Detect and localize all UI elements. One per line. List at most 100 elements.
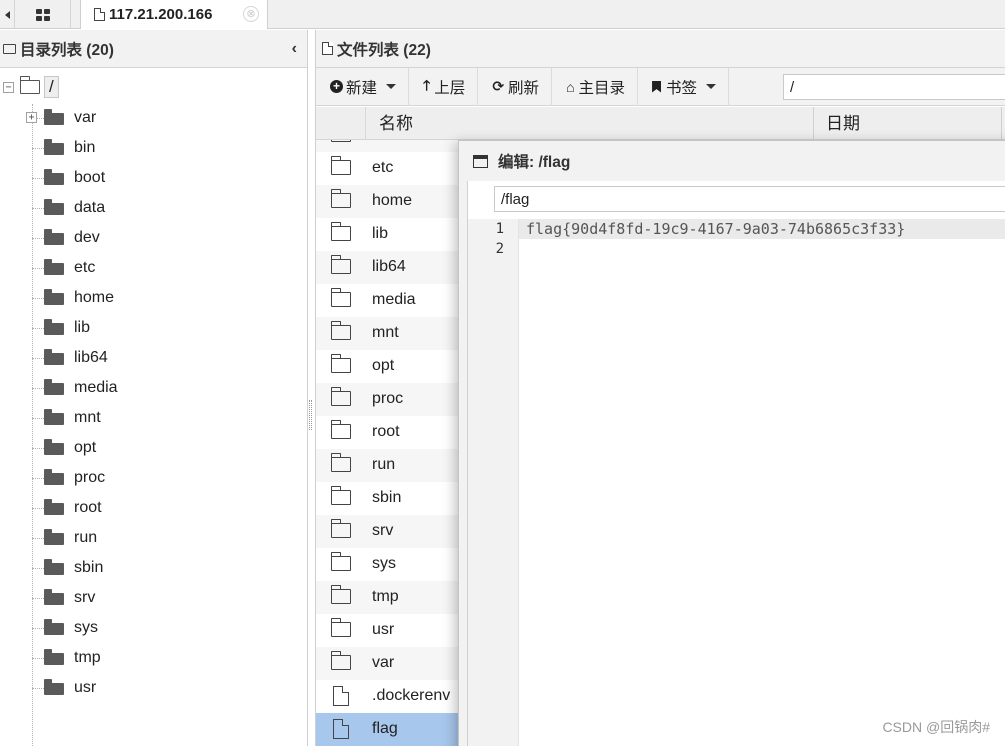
- row-icon-cell: [330, 618, 351, 637]
- tree-item-opt[interactable]: opt: [0, 434, 300, 464]
- file-name: lib: [372, 225, 389, 242]
- tree-root[interactable]: − /: [0, 75, 59, 99]
- tree-item-tmp[interactable]: tmp: [0, 644, 300, 674]
- tree-item-label: proc: [74, 469, 106, 486]
- folder-icon: [330, 255, 351, 274]
- tree-item-usr[interactable]: usr: [0, 674, 300, 704]
- home-directory-button[interactable]: ⌂ 主目录: [552, 67, 639, 106]
- tree-connector: [32, 208, 44, 209]
- tree-item-data[interactable]: data: [0, 194, 300, 224]
- folder-icon: [44, 409, 64, 425]
- folder-icon: [44, 319, 64, 335]
- tree-connector: [32, 238, 44, 239]
- folder-icon: [44, 289, 64, 305]
- folder-icon: [44, 199, 64, 215]
- close-icon[interactable]: ⊗: [243, 6, 259, 22]
- collapse-toggle-icon[interactable]: −: [3, 81, 14, 93]
- tree-item-etc[interactable]: etc: [0, 254, 300, 284]
- folder-icon: [330, 156, 351, 175]
- tab-connection[interactable]: 117.21.200.166 ⊗: [80, 0, 268, 29]
- tree-connector: [32, 358, 44, 359]
- chevron-down-icon: [706, 84, 717, 89]
- row-icon-cell: [330, 552, 351, 571]
- tree-item-dev[interactable]: dev: [0, 224, 300, 254]
- folder-icon: [44, 559, 64, 575]
- editor-path-input[interactable]: [494, 186, 1005, 212]
- top-tab-bar: 117.21.200.166 ⊗: [0, 0, 1005, 29]
- tree-root-label[interactable]: /: [44, 76, 59, 98]
- row-icon-cell: [330, 255, 351, 274]
- watermark: CSDN @回锅肉#: [882, 719, 990, 735]
- folder-icon: [44, 619, 64, 635]
- tree-connector: [32, 388, 44, 389]
- tree-item-root[interactable]: root: [0, 494, 300, 524]
- tree-item-label: srv: [74, 589, 96, 606]
- tree-item-label: run: [74, 529, 98, 546]
- up-level-button[interactable]: 🡑 上层: [409, 67, 479, 106]
- folder-icon: [44, 679, 64, 695]
- tree-connector: [32, 478, 44, 479]
- tree-item-home[interactable]: home: [0, 284, 300, 314]
- row-icon-cell: [330, 453, 351, 472]
- tree-connector: [32, 598, 44, 599]
- row-icon-cell: [330, 387, 351, 406]
- refresh-button[interactable]: ⟳ 刷新: [478, 67, 553, 106]
- tree-connector: [32, 568, 44, 569]
- chevron-down-icon: [386, 84, 397, 89]
- row-icon-cell: [330, 222, 351, 241]
- expand-toggle-icon[interactable]: +: [26, 112, 37, 123]
- file-name: usr: [372, 621, 395, 638]
- folder-icon: [330, 222, 351, 241]
- file-icon: [333, 685, 350, 706]
- tree-item-bin[interactable]: bin: [0, 134, 300, 164]
- file-name: media: [372, 291, 416, 308]
- folder-icon: [44, 499, 64, 515]
- editor-title-bar[interactable]: 编辑: /flag: [459, 141, 1005, 181]
- row-icon-cell: [331, 140, 351, 142]
- collapse-panel-button[interactable]: ‹: [292, 40, 297, 58]
- row-icon-cell: [330, 651, 351, 670]
- tree-item-sbin[interactable]: sbin: [0, 554, 300, 584]
- date-column-header[interactable]: 日期: [814, 107, 1002, 140]
- row-icon-cell: [330, 519, 351, 538]
- tree-item-label: bin: [74, 139, 96, 156]
- tree-item-srv[interactable]: srv: [0, 584, 300, 614]
- folder-icon: [44, 139, 64, 155]
- tree-item-mnt[interactable]: mnt: [0, 404, 300, 434]
- file-name: root: [372, 423, 400, 440]
- folder-icon: [330, 585, 351, 604]
- editor-body: 12 flag{90d4f8fd-19c9-4167-9a03-74b6865c…: [467, 181, 1005, 746]
- new-button[interactable]: + 新建: [316, 67, 410, 106]
- folder-icon: [330, 519, 351, 538]
- tab-scroll-left-button[interactable]: [0, 0, 15, 29]
- tree-item-label: sys: [74, 619, 98, 636]
- tree-item-var[interactable]: + var: [0, 104, 300, 134]
- name-column-header[interactable]: 名称: [366, 107, 814, 140]
- file-panel-header: 文件列表 (22): [316, 30, 1005, 68]
- file-panel-title: 文件列表 (22): [337, 41, 431, 59]
- tree-item-boot[interactable]: boot: [0, 164, 300, 194]
- tree-item-label: etc: [74, 259, 96, 276]
- tree-item-label: usr: [74, 679, 97, 696]
- tree-item-media[interactable]: media: [0, 374, 300, 404]
- row-icon-cell: [331, 685, 350, 708]
- folder-icon: [44, 349, 64, 365]
- tree-item-label: lib64: [74, 349, 108, 366]
- file-name: var: [372, 654, 395, 671]
- tree-item-run[interactable]: run: [0, 524, 300, 554]
- row-icon-cell: [330, 321, 351, 340]
- tree-item-proc[interactable]: proc: [0, 464, 300, 494]
- folder-tab-icon: [94, 8, 105, 21]
- path-input[interactable]: [783, 74, 1005, 100]
- tree-item-lib[interactable]: lib: [0, 314, 300, 344]
- folder-icon: [330, 552, 351, 571]
- code-line[interactable]: flag{90d4f8fd-19c9-4167-9a03-74b6865c3f3…: [526, 220, 905, 238]
- tree-item-lib64[interactable]: lib64: [0, 344, 300, 374]
- home-grid-button[interactable]: [15, 0, 71, 29]
- folder-icon: [330, 420, 351, 439]
- editor-title: 编辑: /flag: [498, 154, 571, 171]
- tree-item-sys[interactable]: sys: [0, 614, 300, 644]
- bookmark-button[interactable]: 书签: [638, 67, 730, 106]
- panel-splitter-handle[interactable]: [309, 400, 312, 430]
- file-list-icon: [322, 42, 333, 55]
